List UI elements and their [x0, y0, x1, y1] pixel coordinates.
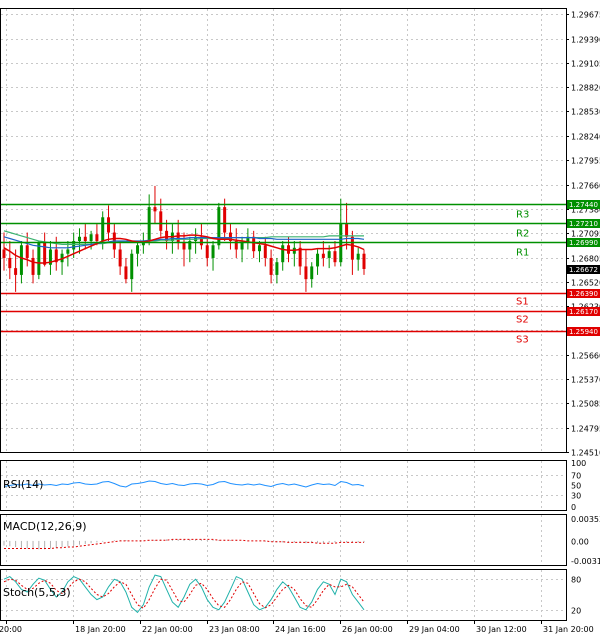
candle-body: [223, 207, 227, 233]
level-name-r3: R3: [516, 210, 529, 221]
candle-body: [333, 251, 337, 263]
level-tag-r3: 1.27440: [569, 201, 598, 209]
candle-body: [25, 245, 29, 258]
background: [0, 0, 600, 635]
candle-body: [304, 266, 308, 280]
y-tick-label: 1.28240: [571, 133, 600, 142]
stoch-tick-label: 80: [571, 576, 581, 585]
y-tick-label: 1.25370: [571, 376, 600, 385]
macd-tick-label: 0.00: [571, 538, 589, 547]
candle-body: [327, 251, 331, 258]
x-tick-label: 30 Jan 12:00: [476, 625, 527, 634]
rsi-title: RSI(14): [3, 478, 43, 491]
level-tag-s2: 1.26170: [569, 308, 598, 316]
y-tick-label: 1.29105: [571, 60, 600, 69]
x-tick-label: 17 Jan 20:00: [0, 625, 22, 634]
x-tick-label: 24 Jan 16:00: [275, 625, 326, 634]
candle-body: [263, 245, 267, 258]
y-tick-label: 1.24510: [571, 449, 600, 458]
level-tag-s3: 1.25940: [569, 328, 598, 336]
candle-body: [316, 253, 320, 267]
candle-body: [240, 242, 244, 250]
stoch-title: Stoch(5,5,3): [3, 586, 71, 599]
rsi-tick-label: 100: [571, 459, 586, 468]
candle-body: [14, 268, 18, 275]
current-price-tag: 1.26672: [569, 266, 598, 274]
y-tick-label: 1.28820: [571, 84, 600, 93]
candle-body: [310, 266, 314, 280]
candle-body: [252, 236, 256, 252]
level-name-s2: S2: [516, 315, 529, 326]
candle-body: [95, 234, 99, 242]
y-tick-label: 1.28530: [571, 108, 600, 117]
candle-body: [31, 257, 35, 275]
level-tag-s1: 1.26390: [569, 290, 598, 298]
candle-body: [66, 249, 70, 254]
candle-body: [275, 262, 279, 275]
y-tick-label: 1.29675: [571, 11, 600, 20]
candle-body: [2, 249, 6, 258]
candle-body: [8, 257, 12, 269]
candle-body: [159, 211, 163, 231]
macd-tick-label: 0.003537: [571, 515, 600, 524]
y-tick-label: 1.29390: [571, 36, 600, 45]
level-name-s3: S3: [516, 335, 529, 346]
candle-body: [321, 253, 325, 258]
candle-body: [205, 245, 209, 258]
y-tick-label: 1.27660: [571, 182, 600, 191]
macd-tick-label: -0.003165: [571, 557, 600, 566]
y-tick-label: 1.26520: [571, 279, 600, 288]
y-tick-label: 1.25085: [571, 400, 600, 409]
y-tick-label: 1.26805: [571, 255, 600, 264]
candle-body: [281, 245, 285, 263]
macd-title: MACD(12,26,9): [3, 520, 87, 533]
x-tick-label: 29 Jan 04:00: [409, 625, 460, 634]
candle-body: [269, 257, 273, 275]
candle-body: [298, 247, 302, 267]
candle-body: [101, 217, 105, 242]
candle-body: [77, 236, 81, 242]
x-tick-label: 31 Jan 20:00: [543, 625, 594, 634]
candle-body: [176, 232, 180, 243]
level-name-r2: R2: [516, 229, 529, 240]
candle-body: [345, 224, 349, 237]
candle-body: [43, 242, 47, 265]
candle-body: [19, 245, 23, 275]
candle-body: [118, 249, 122, 267]
candle-body: [130, 253, 134, 280]
candle-body: [153, 207, 157, 212]
rsi-tick-label: 30: [571, 492, 581, 501]
x-tick-label: 23 Jan 08:00: [209, 625, 260, 634]
rsi-tick-label: 50: [571, 482, 581, 491]
rsi-tick-label: 0: [571, 503, 576, 512]
candle-body: [83, 236, 87, 242]
chart-root: 1.29675 1.29390 1.29105 1.28820 1.28530 1.282…: [0, 0, 600, 635]
y-tick-label: 1.25660: [571, 352, 600, 361]
y-tick-label: 1.24795: [571, 425, 600, 434]
y-tick-label: 1.27955: [571, 157, 600, 166]
level-tag-r1: 1.26990: [569, 239, 598, 247]
level-name-s1: S1: [516, 297, 529, 308]
candle-body: [350, 236, 354, 260]
candle-body: [107, 217, 111, 233]
x-tick-label: 26 Jan 00:00: [342, 625, 393, 634]
level-tag-r2: 1.27210: [569, 220, 598, 228]
candle-body: [182, 242, 186, 250]
candle-body: [136, 245, 140, 254]
x-tick-label: 22 Jan 00:00: [142, 625, 193, 634]
candle-body: [124, 266, 128, 280]
candle-body: [37, 242, 41, 275]
candle-body: [356, 253, 360, 260]
rsi-tick-label: 70: [571, 472, 581, 481]
stoch-tick-label: 20: [571, 607, 581, 616]
candle-body: [211, 245, 215, 258]
x-tick-label: 18 Jan 20:00: [75, 625, 126, 634]
y-tick-label: 1.27095: [571, 230, 600, 239]
candle-body: [257, 245, 261, 252]
candle-body: [362, 253, 366, 269]
level-name-r1: R1: [516, 248, 529, 259]
candle-body: [89, 234, 93, 242]
